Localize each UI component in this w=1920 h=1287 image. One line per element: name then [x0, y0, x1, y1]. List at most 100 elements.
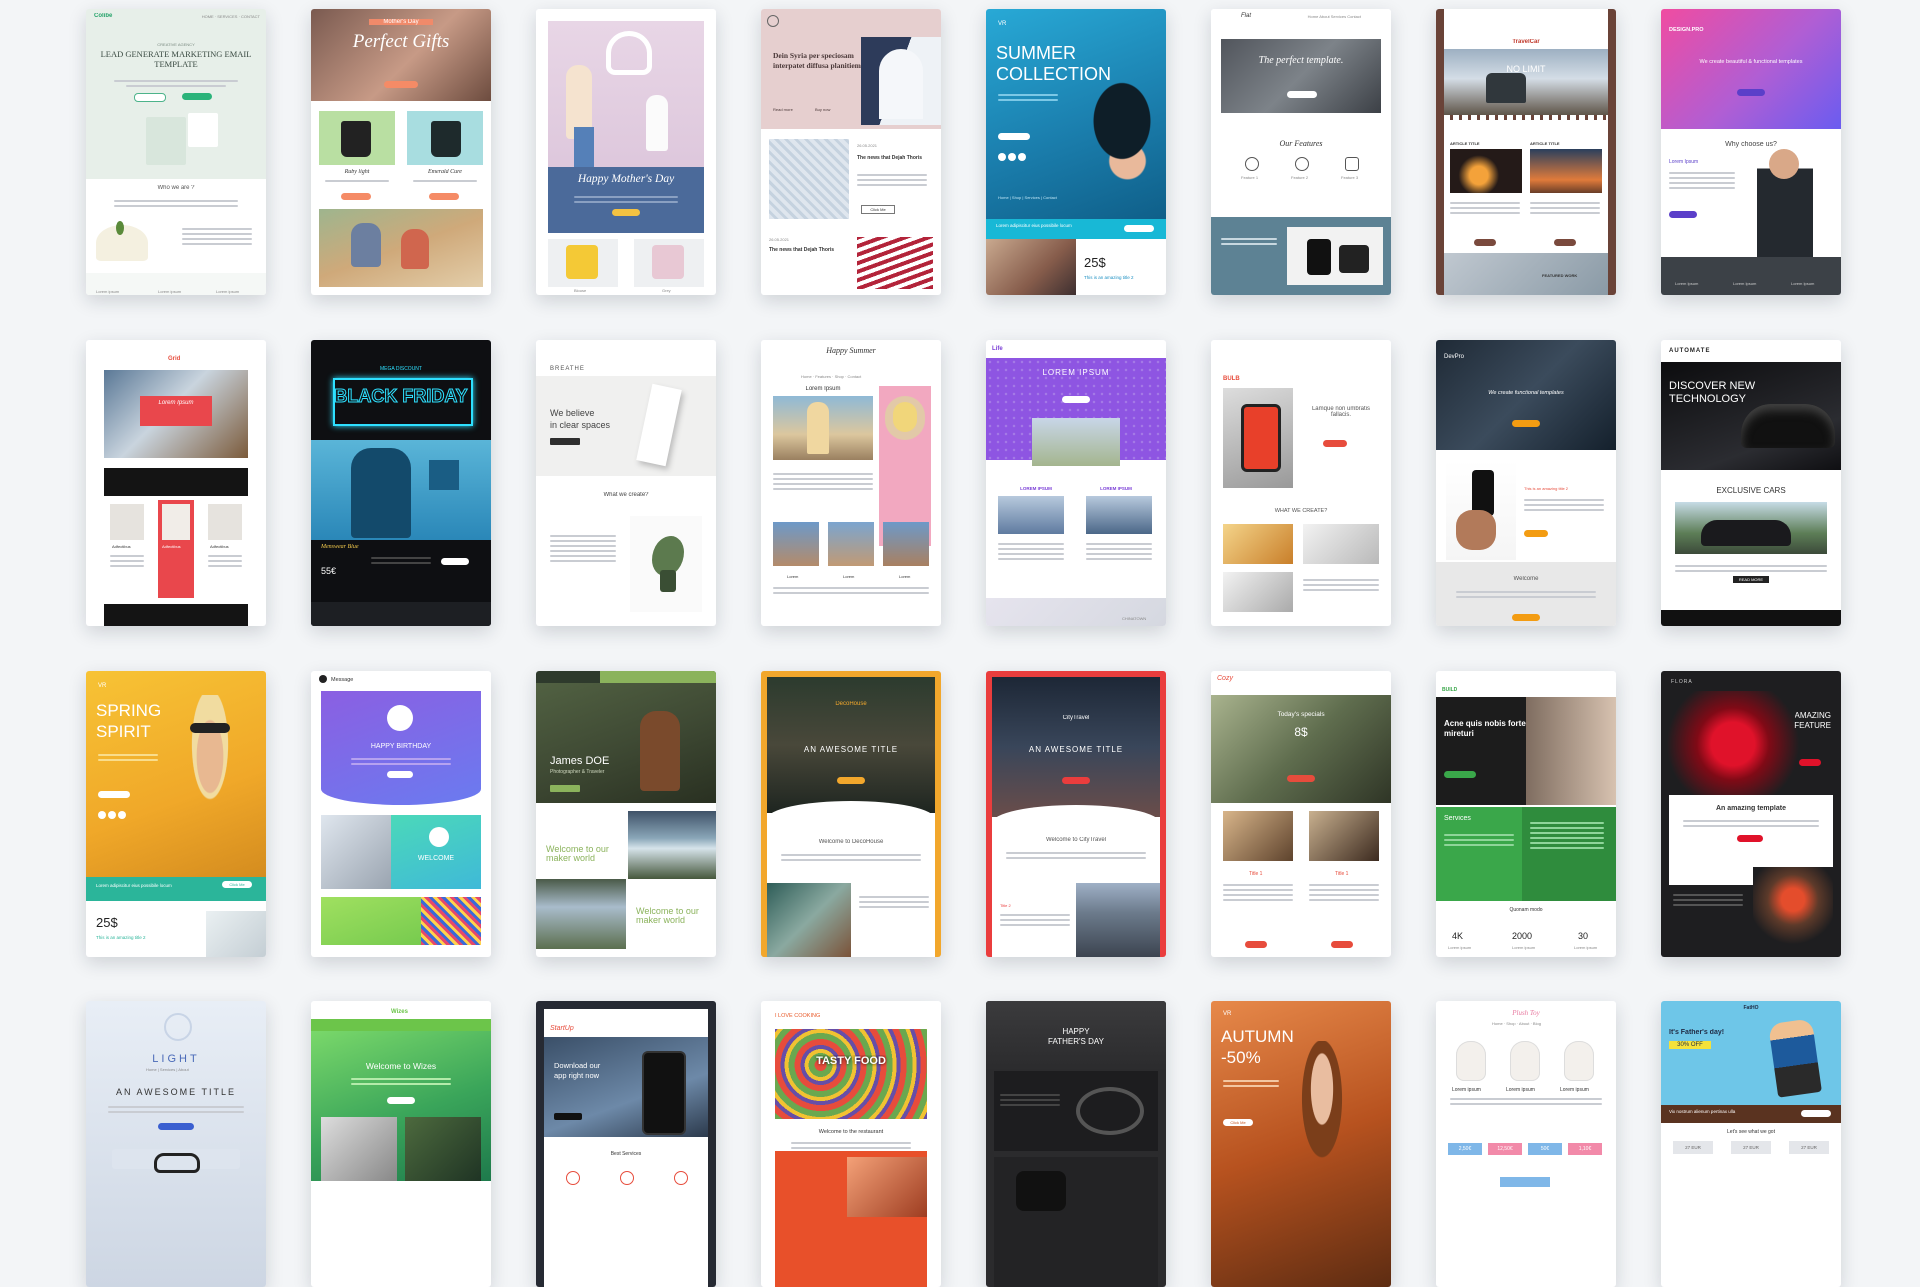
- template-price: 25$: [1084, 255, 1106, 270]
- template-logo: AUTOMATE: [1669, 348, 1711, 354]
- template-sub: Menswear Blue: [321, 544, 359, 550]
- template-logo: DESIGN.PRO: [1669, 27, 1704, 33]
- template-card-perfect-gifts[interactable]: Mother's Day Perfect Gifts Ruby light Em…: [311, 9, 491, 295]
- template-product-name: Lorem ipsum: [1506, 1087, 1535, 1093]
- template-title: LEAD GENERATE MARKETING EMAIL TEMPLATE: [100, 49, 252, 69]
- template-card-dein-syria[interactable]: Dein Syria per speciosam interpatet diff…: [761, 9, 941, 295]
- template-title-line2: TECHNOLOGY: [1669, 393, 1747, 405]
- template-title-line2: -50%: [1221, 1048, 1261, 1067]
- template-card-autumn[interactable]: VR AUTUMN -50% Click Me: [1211, 1001, 1391, 1287]
- template-hero: NO LIMIT: [1506, 64, 1546, 74]
- template-about-title: About us: [1673, 877, 1701, 884]
- template-title-line1: HAPPY: [1062, 1027, 1090, 1036]
- template-icon-label: Lorem ipsum: [96, 289, 120, 294]
- template-title: BLACK FRIDAY: [334, 386, 468, 407]
- template-card-cozy[interactable]: Cozy Today's specials 8$ Title 1 Title 1: [1211, 671, 1391, 957]
- template-logo: TravelCar: [1512, 39, 1540, 45]
- template-card-spring-spirit[interactable]: VR SPRING SPIRIT Lorem adipiscitur eius …: [86, 671, 266, 957]
- template-stat-value: 4K: [1452, 931, 1464, 941]
- template-block-title: Welcome to our maker world: [546, 845, 609, 863]
- template-button[interactable]: Click Me: [1223, 1119, 1253, 1126]
- template-card-black-friday[interactable]: MEGA DISCOUNT BLACK FRIDAY Menswear Blue…: [311, 340, 491, 626]
- template-card-bulb[interactable]: BULB Lamque non umbratis fallacis. WHAT …: [1211, 340, 1391, 626]
- template-card-flat[interactable]: Flat Home About Services Contact The per…: [1211, 9, 1391, 295]
- template-item-title: Title 1: [1335, 871, 1349, 877]
- template-stat-label: Lorem ipsum: [1512, 945, 1536, 950]
- template-item-title: Adfectibus: [162, 544, 181, 549]
- template-card-wizes[interactable]: Wizes Welcome to Wizes: [311, 1001, 491, 1287]
- template-logo: FatHO: [1743, 1005, 1759, 1011]
- template-stat-label: Lorem ipsum: [1574, 945, 1598, 950]
- template-card-design-pro[interactable]: DESIGN.PRO We create beautiful & functio…: [1661, 9, 1841, 295]
- template-card-lead-generate[interactable]: Colibe HOME · SERVICES · CONTACT CREATIV…: [86, 9, 266, 295]
- template-stat-value: 30: [1578, 931, 1589, 941]
- template-button[interactable]: READ MORE: [1733, 576, 1769, 583]
- template-card-happy-summer[interactable]: Happy Summer Home · Features · Shop · Co…: [761, 340, 941, 626]
- template-card-breathe[interactable]: BREATHE We believe in clear spaces What …: [536, 340, 716, 626]
- template-product-name: Blouse: [574, 288, 587, 293]
- template-card-build[interactable]: BUILD Acne quis nobis forte mireturi Ser…: [1436, 671, 1616, 957]
- template-price-tag: 1,10€: [1568, 1143, 1602, 1155]
- template-card-plush-toy[interactable]: Plush Toy Home · Shop · About · Blog Lor…: [1436, 1001, 1616, 1287]
- template-card-automate[interactable]: AUTOMATE DISCOVER NEW TECHNOLOGY EXCLUSI…: [1661, 340, 1841, 626]
- template-price-tag: 50€: [1528, 1143, 1562, 1155]
- template-card-grid[interactable]: Grid Lorem Ipsum Adfectibus Adfectibus A…: [86, 340, 266, 626]
- template-card-devpro[interactable]: DevPro We create functional templates Th…: [1436, 340, 1616, 626]
- template-ribbon: Mother's Day: [369, 19, 433, 25]
- template-card-decohouse[interactable]: DecoHouse AN AWESOME TITLE Welcome to De…: [761, 671, 941, 957]
- template-article-title: ARTICLE TITLE: [1450, 141, 1480, 146]
- template-title: HAPPY BIRTHDAY: [370, 743, 432, 750]
- template-card-flora[interactable]: FLORA AMAZING FEATURE An amazing templat…: [1661, 671, 1841, 957]
- template-section-title: WHAT WE CREATE?: [1274, 508, 1328, 514]
- template-hero: We create functional templates: [1488, 390, 1564, 396]
- template-stat-label: Lorem ipsum: [1448, 945, 1472, 950]
- template-col-title: LOREM IPSUM: [1020, 486, 1052, 491]
- template-title: Perfect Gifts: [352, 31, 450, 52]
- template-title-line2: FATHER'S DAY: [1048, 1037, 1104, 1046]
- template-note: This is an amazing title 2: [1524, 486, 1569, 491]
- template-card-summer-collection[interactable]: VR SUMMER COLLECTION Home | Shop | Servi…: [986, 9, 1166, 295]
- template-article-title: The news that Dejah Thoris: [857, 155, 923, 161]
- template-card-life[interactable]: Life LOREM IPSUM LOREM IPSUM LOREM IPSUM…: [986, 340, 1166, 626]
- template-logo: Life: [992, 346, 1003, 352]
- template-hero: We create beautiful & functional templat…: [1699, 59, 1803, 65]
- template-card-james-doe[interactable]: James DOE Photographer & Traveler Welcom…: [536, 671, 716, 957]
- template-headline: Dein Syria per speciosam interpatet diff…: [773, 51, 863, 70]
- template-card-fathers-day-sale[interactable]: FatHO It's Father's day! 30% OFF Vix nos…: [1661, 1001, 1841, 1287]
- template-price-tag: 2,50€: [1448, 1143, 1482, 1155]
- template-section-title: Welcome: [1513, 576, 1539, 582]
- template-article-title: The news that Dejah Thoris: [769, 247, 835, 253]
- template-card-citytravel[interactable]: CityTravel AN AWESOME TITLE Welcome to C…: [986, 671, 1166, 957]
- template-title-line1: DISCOVER NEW: [1669, 380, 1756, 392]
- template-section-title: Our Features: [1279, 139, 1323, 148]
- template-card-happy-mothers-day[interactable]: Happy Mother's Day Blouse Grey: [536, 9, 716, 295]
- template-hero-line1: We believe: [550, 408, 595, 418]
- template-icon-label: Lorem ipsum: [216, 289, 240, 294]
- template-logo: Flat: [1241, 13, 1252, 19]
- template-logo: Cozy: [1217, 675, 1233, 682]
- template-section-title: Why choose us?: [1725, 141, 1777, 148]
- template-title: AN AWESOME TITLE: [115, 1087, 237, 1097]
- template-card-i-love-cooking[interactable]: I LOVE COOKING TASTY FOOD Welcome to the…: [761, 1001, 941, 1287]
- template-card-light[interactable]: LIGHT Home | Services | About AN AWESOME…: [86, 1001, 266, 1287]
- template-card-fathers-day[interactable]: HAPPY FATHER'S DAY: [986, 1001, 1166, 1287]
- template-card-startup[interactable]: StartUp Download our app right now Best …: [536, 1001, 716, 1287]
- template-card-message[interactable]: Message HAPPY BIRTHDAY WELCOME: [311, 671, 491, 957]
- template-logo: CityTravel: [1062, 715, 1090, 721]
- template-hero: Lamque non umbratis fallacis.: [1311, 406, 1371, 418]
- template-button[interactable]: Click Me: [222, 881, 252, 888]
- template-logo: StartUp: [550, 1025, 574, 1032]
- template-icon-label: Lorem ipsum: [158, 289, 182, 294]
- template-hero-line2: app right now: [554, 1071, 600, 1080]
- template-card-travelcar[interactable]: TravelCar NO LIMIT ARTICLE TITLE ARTICLE…: [1436, 9, 1616, 295]
- template-button[interactable]: Click Me: [861, 205, 895, 214]
- template-product-name: Emerald Cure: [428, 169, 462, 175]
- template-stat-value: 2000: [1512, 931, 1533, 941]
- template-title-line1: AMAZING: [1794, 711, 1831, 720]
- template-logo: BREATHE: [550, 366, 585, 372]
- template-title: AN AWESOME TITLE: [1028, 745, 1124, 754]
- template-block-title: Welcome to our maker world: [636, 907, 699, 925]
- template-logo: Message: [331, 677, 354, 683]
- template-logo: Wizes: [391, 1009, 408, 1015]
- template-logo: Plush Toy: [1512, 1009, 1540, 1017]
